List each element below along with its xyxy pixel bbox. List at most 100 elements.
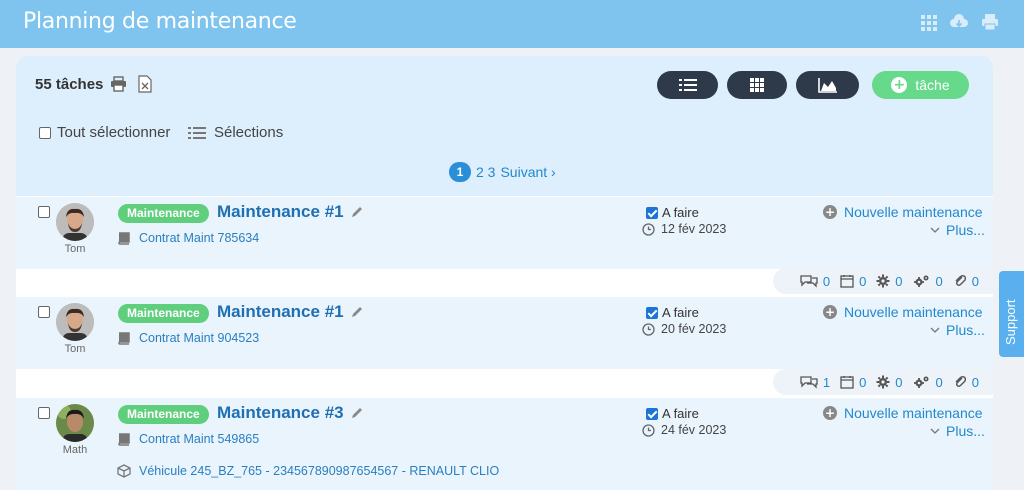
gear-icon[interactable] (876, 274, 890, 288)
grid-icon[interactable] (919, 12, 939, 32)
contract-link[interactable]: Contrat Maint 785634 (117, 231, 259, 245)
contract-link[interactable]: Contrat Maint 904523 (117, 331, 259, 345)
task-title[interactable]: Maintenance #1 (217, 202, 344, 222)
events-count: 0 (859, 374, 867, 390)
cloud-download-icon[interactable] (949, 12, 969, 32)
list-view-button[interactable] (657, 71, 718, 99)
task-list-header: 55 tâches + tâche Tout sélectionner Séle… (16, 56, 993, 196)
chevron-down-icon (930, 227, 940, 233)
gears-icon[interactable] (913, 274, 931, 288)
vehicle-link[interactable]: Véhicule 245_BZ_765 - 23456789098765­456… (117, 464, 499, 478)
task-row: Math Maintenance Maintenance #3 Contrat … (16, 398, 993, 490)
task-stats-bar: 1 0 0 0 0 (773, 369, 993, 395)
new-maintenance-button[interactable]: + Nouvelle maintenance (823, 304, 983, 320)
select-all[interactable]: Tout sélectionner (39, 124, 170, 141)
excel-export-icon[interactable] (138, 75, 152, 93)
new-maintenance-label: Nouvelle maintenance (844, 204, 983, 220)
page-current[interactable]: 1 (449, 162, 471, 182)
book-icon (118, 331, 130, 345)
task-checkbox[interactable] (38, 306, 50, 318)
task-status[interactable]: A faire (646, 406, 699, 421)
new-maintenance-button[interactable]: + Nouvelle maintenance (823, 405, 983, 421)
chevron-down-icon (930, 428, 940, 434)
settings-count: 0 (895, 374, 903, 390)
grid-icon (750, 78, 764, 92)
clock-icon (642, 423, 655, 437)
list-icon (188, 126, 206, 139)
new-maintenance-label: Nouvelle maintenance (844, 304, 983, 320)
task-count: 55 tâches (35, 76, 104, 93)
page-links[interactable]: 2 3 (476, 164, 495, 180)
comments-count: 0 (822, 273, 831, 289)
pencil-icon[interactable] (350, 305, 364, 319)
new-maintenance-label: Nouvelle maintenance (844, 405, 983, 421)
task-stats-bar: 0 0 0 0 0 (773, 268, 993, 294)
chevron-down-icon (930, 327, 940, 333)
comments-count: 1 (822, 374, 831, 390)
attachments-count: 0 (971, 374, 979, 390)
print-icon[interactable] (110, 76, 127, 92)
paperclip-icon[interactable] (953, 274, 967, 288)
status-checkbox[interactable] (646, 306, 658, 319)
user-name: Tom (64, 343, 86, 355)
grid-view-button[interactable] (727, 71, 787, 99)
more-button[interactable]: Plus... (930, 322, 985, 338)
add-task-button[interactable]: + tâche (872, 71, 969, 99)
add-task-label: tâche (915, 77, 950, 93)
top-bar: Planning de maintenance (0, 0, 1024, 48)
category-badge: Maintenance (118, 204, 209, 223)
category-badge: Maintenance (118, 304, 209, 323)
cube-icon (117, 464, 131, 478)
attachments-count: 0 (971, 273, 979, 289)
due-date-label: 20 fév 2023 (661, 322, 727, 336)
more-button[interactable]: Plus... (930, 222, 985, 238)
clock-icon (642, 222, 655, 236)
select-all-label: Tout sélectionner (57, 124, 171, 141)
calendar-icon[interactable] (840, 375, 854, 389)
more-label: Plus... (946, 322, 985, 338)
plus-circle-icon: + (823, 406, 837, 420)
page-next[interactable]: Suivant › (500, 164, 555, 180)
pencil-icon[interactable] (350, 205, 364, 219)
clock-icon (642, 322, 655, 336)
plus-circle-icon: + (891, 77, 908, 93)
selections-label: Sélections (214, 124, 284, 141)
plus-circle-icon: + (823, 305, 837, 319)
gear-icon[interactable] (876, 375, 890, 389)
avatar (56, 203, 94, 241)
task-row: Tom Maintenance Maintenance #1 Contrat M… (16, 197, 993, 269)
selections-button[interactable]: Sélections (188, 124, 283, 141)
comments-icon[interactable] (800, 274, 818, 288)
due-date-label: 24 fév 2023 (661, 423, 727, 437)
task-checkbox[interactable] (38, 206, 50, 218)
task-status[interactable]: A faire (646, 305, 699, 320)
status-checkbox[interactable] (646, 206, 658, 219)
support-tab[interactable]: Support (999, 271, 1024, 357)
task-title[interactable]: Maintenance #1 (217, 302, 344, 322)
gears-icon[interactable] (913, 375, 931, 389)
area-chart-icon (817, 78, 837, 93)
calendar-icon[interactable] (840, 274, 854, 288)
avatar (56, 303, 94, 341)
paperclip-icon[interactable] (953, 375, 967, 389)
multi-settings-count: 0 (935, 273, 943, 289)
contract-link[interactable]: Contrat Maint 549865 (117, 432, 259, 446)
multi-settings-count: 0 (935, 374, 943, 390)
book-icon (118, 432, 130, 446)
pencil-icon[interactable] (350, 406, 364, 420)
print-icon[interactable] (980, 12, 1000, 32)
contract-label: Contrat Maint 904523 (139, 331, 260, 345)
status-label: A faire (662, 406, 699, 421)
task-checkbox[interactable] (38, 407, 50, 419)
due-date-label: 12 fév 2023 (661, 222, 727, 236)
comments-icon[interactable] (800, 375, 818, 389)
status-label: A faire (662, 205, 699, 220)
select-all-checkbox[interactable] (39, 126, 51, 139)
task-title[interactable]: Maintenance #3 (217, 403, 344, 423)
new-maintenance-button[interactable]: + Nouvelle maintenance (823, 204, 983, 220)
task-status[interactable]: A faire (646, 205, 699, 220)
more-button[interactable]: Plus... (930, 423, 985, 439)
status-checkbox[interactable] (646, 407, 658, 420)
chart-view-button[interactable] (796, 71, 859, 99)
events-count: 0 (859, 273, 867, 289)
